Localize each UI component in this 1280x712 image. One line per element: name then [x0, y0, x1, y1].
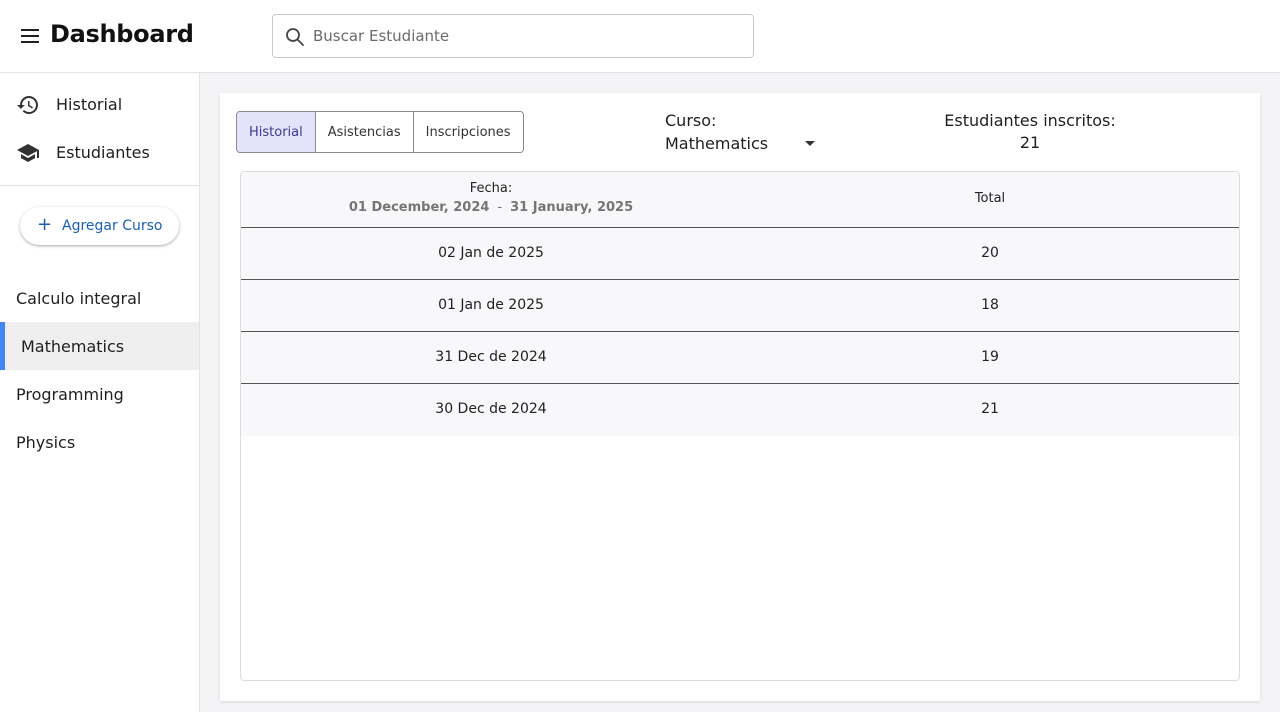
row-date: 02 Jan de 2025	[438, 245, 544, 261]
date-range-separator: -	[497, 200, 503, 215]
date-range-end: 31 January, 2025	[510, 200, 634, 215]
course-select-label: Curso:	[665, 111, 717, 130]
history-card: Historial Asistencias Inscripciones Curs…	[220, 93, 1260, 701]
course-item-programming[interactable]: Programming	[0, 370, 199, 418]
course-item-physics[interactable]: Physics	[0, 418, 199, 466]
sidebar-item-label: Historial	[56, 95, 123, 114]
row-total: 18	[981, 297, 999, 313]
course-select-value: Mathematics	[665, 134, 769, 153]
history-table: Fecha: 01 December, 2024-31 January, 202…	[240, 171, 1240, 681]
row-date: 01 Jan de 2025	[438, 297, 544, 313]
enrolled-students-label: Estudiantes inscritos:	[944, 111, 1116, 130]
table-row[interactable]: 02 Jan de 2025 20	[241, 228, 1239, 280]
plus-icon: +	[37, 214, 53, 235]
table-row[interactable]: 30 Dec de 2024 21	[241, 384, 1239, 436]
date-range[interactable]: 01 December, 2024-31 January, 2025	[241, 200, 741, 215]
course-label: Mathematics	[21, 337, 125, 356]
row-date: 30 Dec de 2024	[435, 401, 547, 417]
search-box[interactable]	[272, 14, 754, 58]
course-label: Physics	[16, 433, 76, 452]
graduation-cap-icon	[16, 141, 40, 165]
course-item-calculo-integral[interactable]: Calculo integral	[0, 274, 199, 322]
enrolled-students-count: 21	[1019, 133, 1041, 152]
row-total: 21	[981, 401, 999, 417]
tab-asistencias[interactable]: Asistencias	[315, 112, 414, 152]
course-item-mathematics[interactable]: Mathematics	[0, 322, 199, 370]
course-label: Programming	[16, 385, 124, 404]
view-toggle-group: Historial Asistencias Inscripciones	[236, 111, 524, 153]
menu-icon[interactable]	[16, 22, 44, 50]
row-total: 19	[981, 349, 999, 365]
table-row[interactable]: 31 Dec de 2024 19	[241, 332, 1239, 384]
add-course-label: Agregar Curso	[62, 218, 163, 234]
sidebar-item-historial[interactable]: Historial	[0, 81, 199, 129]
sidebar-item-label: Estudiantes	[56, 143, 150, 162]
sidebar-item-estudiantes[interactable]: Estudiantes	[0, 129, 199, 177]
table-row[interactable]: 01 Jan de 2025 18	[241, 280, 1239, 332]
table-header: Fecha: 01 December, 2024-31 January, 202…	[241, 172, 1239, 228]
column-header-total[interactable]: Total	[741, 191, 1239, 206]
sidebar: Historial Estudiantes + Agregar Curso Ca…	[0, 73, 200, 712]
date-column-title: Fecha:	[469, 181, 513, 196]
active-indicator	[0, 322, 5, 370]
row-date: 31 Dec de 2024	[435, 349, 547, 365]
row-total: 20	[981, 245, 999, 261]
course-select[interactable]: Mathematics	[665, 133, 825, 157]
chevron-down-icon	[805, 141, 815, 146]
column-header-date[interactable]: Fecha: 01 December, 2024-31 January, 202…	[241, 181, 741, 215]
app-title: Dashboard	[50, 20, 194, 48]
add-course-button[interactable]: + Agregar Curso	[20, 207, 179, 245]
tab-inscripciones[interactable]: Inscripciones	[413, 112, 523, 152]
sidebar-divider	[0, 185, 199, 186]
search-icon	[285, 27, 305, 47]
tab-historial[interactable]: Historial	[237, 112, 316, 152]
date-range-start: 01 December, 2024	[348, 200, 490, 215]
top-app-bar: Dashboard	[0, 0, 1280, 73]
history-icon	[16, 93, 40, 117]
search-input[interactable]	[313, 15, 743, 57]
course-label: Calculo integral	[16, 289, 142, 308]
